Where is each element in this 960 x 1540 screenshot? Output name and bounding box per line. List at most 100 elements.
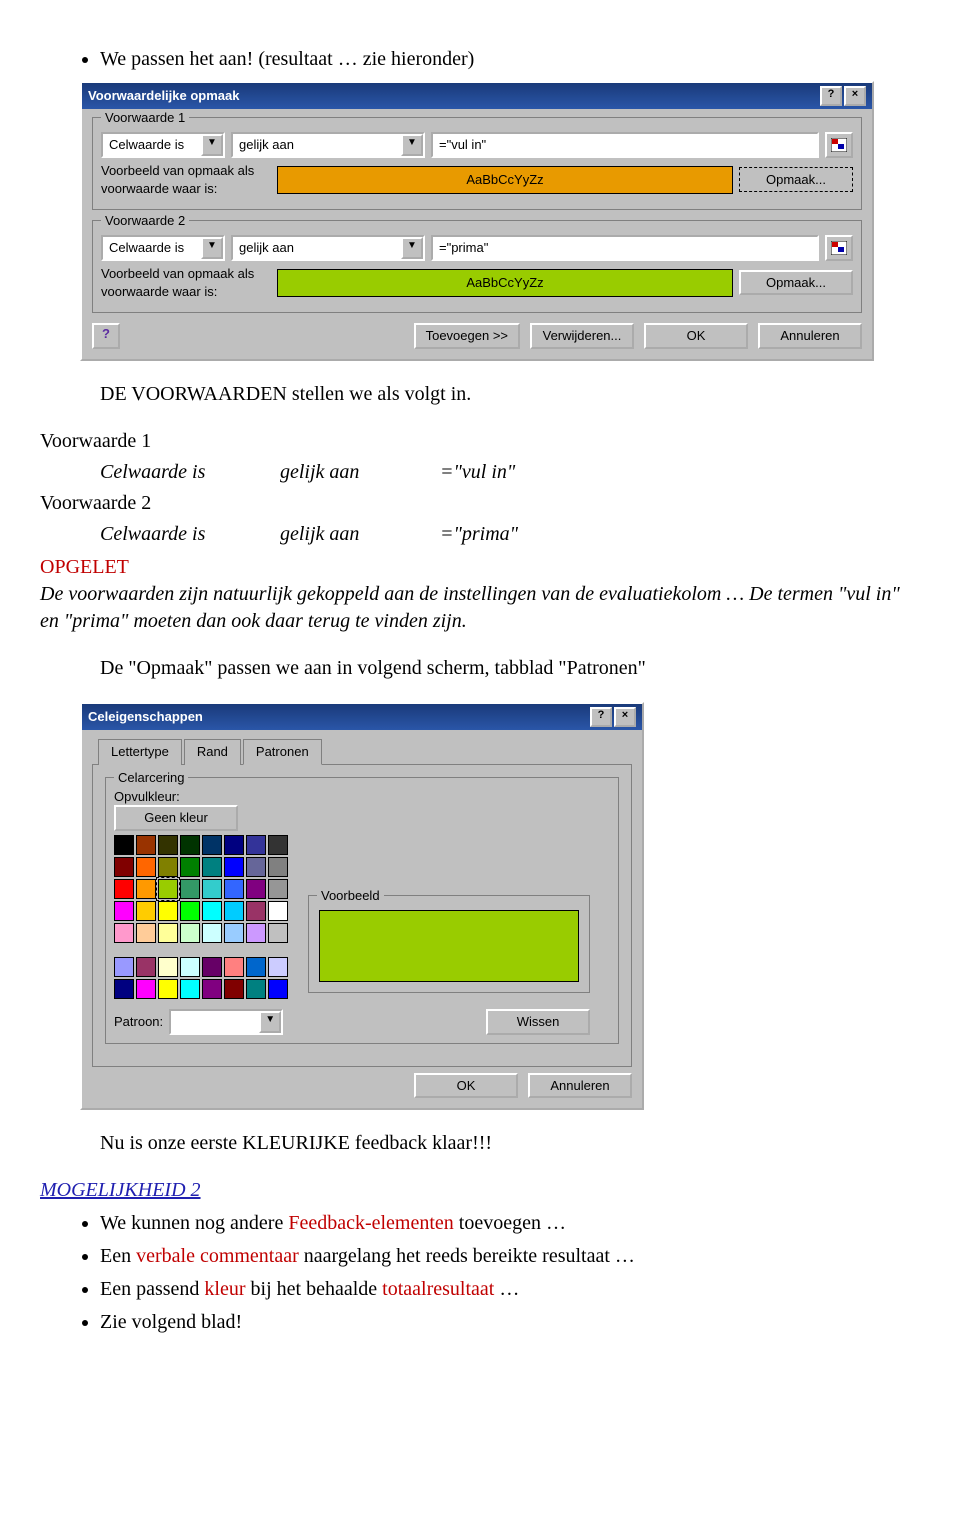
color-swatch[interactable]: [246, 835, 266, 855]
cancel-button[interactable]: Annuleren: [758, 323, 862, 349]
cond1-operator-combo[interactable]: gelijk aan▼: [231, 132, 425, 158]
range-picker-icon[interactable]: [825, 235, 853, 261]
color-swatch[interactable]: [224, 957, 244, 977]
color-swatch[interactable]: [246, 979, 266, 999]
vw1-head: Voorwaarde 1: [40, 428, 920, 455]
cond1-value-input[interactable]: ="vul in": [431, 132, 819, 158]
tab-rand[interactable]: Rand: [184, 739, 241, 765]
color-swatch[interactable]: [136, 957, 156, 977]
help-icon[interactable]: ?: [590, 707, 612, 727]
clear-button[interactable]: Wissen: [486, 1009, 590, 1035]
range-picker-icon[interactable]: [825, 132, 853, 158]
color-swatch[interactable]: [158, 923, 178, 943]
color-swatch[interactable]: [224, 979, 244, 999]
color-swatch[interactable]: [246, 879, 266, 899]
bullet-intro: We passen het aan! (resultaat … zie hier…: [100, 46, 920, 73]
color-swatch[interactable]: [246, 957, 266, 977]
color-swatch[interactable]: [158, 835, 178, 855]
chevron-down-icon[interactable]: ▼: [201, 237, 223, 259]
color-swatch[interactable]: [246, 857, 266, 877]
color-swatch[interactable]: [202, 879, 222, 899]
chevron-down-icon[interactable]: ▼: [259, 1011, 281, 1033]
color-swatch[interactable]: [180, 957, 200, 977]
dialog-titlebar: Voorwaardelijke opmaak ? ×: [82, 83, 872, 109]
color-swatch[interactable]: [180, 979, 200, 999]
cancel-button[interactable]: Annuleren: [528, 1073, 632, 1099]
color-swatch[interactable]: [180, 835, 200, 855]
cond2-preview-label: Voorbeeld van opmaak als voorwaarde waar…: [101, 265, 271, 300]
cond2-type-combo[interactable]: Celwaarde is▼: [101, 235, 225, 261]
cond1-format-button[interactable]: Opmaak...: [739, 167, 853, 193]
condition-1-group: Voorwaarde 1 Celwaarde is▼ gelijk aan▼ =…: [92, 117, 862, 210]
color-swatch[interactable]: [202, 957, 222, 977]
color-swatch[interactable]: [180, 901, 200, 921]
color-swatch[interactable]: [202, 835, 222, 855]
color-swatch[interactable]: [202, 901, 222, 921]
color-swatch[interactable]: [158, 879, 178, 899]
color-swatch[interactable]: [114, 835, 134, 855]
color-swatch[interactable]: [268, 879, 288, 899]
ok-button[interactable]: OK: [414, 1073, 518, 1099]
color-swatch[interactable]: [202, 923, 222, 943]
color-swatch[interactable]: [268, 923, 288, 943]
color-swatch[interactable]: [268, 901, 288, 921]
mogelijkheid-2-head: MOGELIJKHEID 2: [40, 1177, 920, 1204]
color-swatch[interactable]: [114, 857, 134, 877]
color-swatch[interactable]: [180, 923, 200, 943]
color-swatch[interactable]: [158, 957, 178, 977]
color-swatch[interactable]: [136, 857, 156, 877]
tab-patronen[interactable]: Patronen: [243, 739, 322, 765]
color-palette-extra: [114, 957, 288, 999]
color-swatch[interactable]: [136, 923, 156, 943]
color-swatch[interactable]: [158, 979, 178, 999]
color-swatch[interactable]: [180, 857, 200, 877]
color-swatch[interactable]: [202, 857, 222, 877]
cond2-format-button[interactable]: Opmaak...: [739, 270, 853, 296]
color-swatch[interactable]: [268, 835, 288, 855]
chevron-down-icon[interactable]: ▼: [201, 134, 223, 156]
pattern-combo[interactable]: ▼: [169, 1009, 283, 1035]
color-swatch[interactable]: [114, 901, 134, 921]
condition-2-group: Voorwaarde 2 Celwaarde is▼ gelijk aan▼ =…: [92, 220, 862, 313]
tab-lettertype[interactable]: Lettertype: [98, 739, 182, 765]
color-swatch[interactable]: [136, 901, 156, 921]
condition-1-legend: Voorwaarde 1: [101, 109, 189, 127]
ok-button[interactable]: OK: [644, 323, 748, 349]
color-swatch[interactable]: [114, 957, 134, 977]
cond1-type-combo[interactable]: Celwaarde is▼: [101, 132, 225, 158]
dialog-help-button[interactable]: ?: [92, 323, 120, 349]
color-swatch[interactable]: [136, 979, 156, 999]
celarcering-legend: Celarcering: [114, 769, 188, 787]
cond2-value-input[interactable]: ="prima": [431, 235, 819, 261]
chevron-down-icon[interactable]: ▼: [401, 134, 423, 156]
color-swatch[interactable]: [268, 979, 288, 999]
color-swatch[interactable]: [224, 835, 244, 855]
close-icon[interactable]: ×: [844, 86, 866, 106]
chevron-down-icon[interactable]: ▼: [401, 237, 423, 259]
cond2-operator-combo[interactable]: gelijk aan▼: [231, 235, 425, 261]
add-button[interactable]: Toevoegen >>: [414, 323, 520, 349]
color-swatch[interactable]: [136, 879, 156, 899]
color-swatch[interactable]: [180, 879, 200, 899]
color-swatch[interactable]: [114, 879, 134, 899]
color-swatch[interactable]: [268, 957, 288, 977]
color-swatch[interactable]: [224, 923, 244, 943]
no-color-button[interactable]: Geen kleur: [114, 805, 238, 831]
help-icon[interactable]: ?: [820, 86, 842, 106]
cond1-preview-label: Voorbeeld van opmaak als voorwaarde waar…: [101, 162, 271, 197]
color-swatch[interactable]: [158, 857, 178, 877]
color-swatch[interactable]: [268, 857, 288, 877]
color-swatch[interactable]: [136, 835, 156, 855]
color-swatch[interactable]: [158, 901, 178, 921]
color-swatch[interactable]: [246, 923, 266, 943]
opgelet-text: De voorwaarden zijn natuurlijk gekoppeld…: [40, 581, 920, 635]
color-swatch[interactable]: [114, 923, 134, 943]
close-icon[interactable]: ×: [614, 707, 636, 727]
color-swatch[interactable]: [224, 901, 244, 921]
color-swatch[interactable]: [202, 979, 222, 999]
color-swatch[interactable]: [246, 901, 266, 921]
remove-button[interactable]: Verwijderen...: [530, 323, 634, 349]
color-swatch[interactable]: [224, 857, 244, 877]
color-swatch[interactable]: [114, 979, 134, 999]
color-swatch[interactable]: [224, 879, 244, 899]
